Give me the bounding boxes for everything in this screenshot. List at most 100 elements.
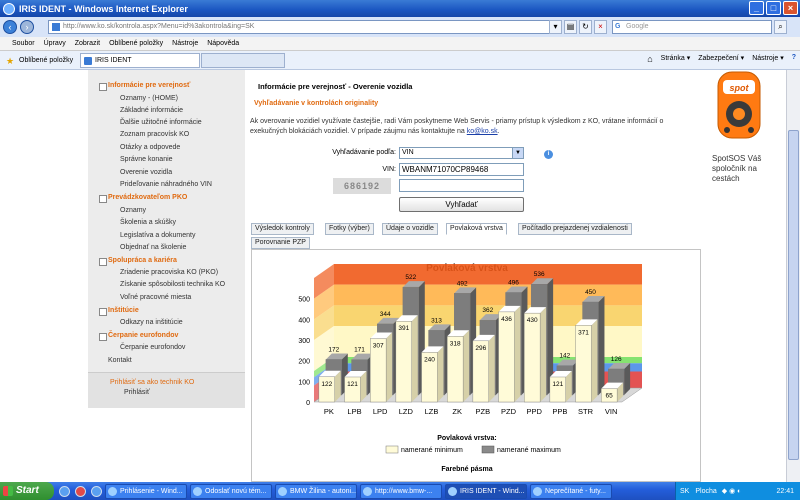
menu-favorites[interactable]: Oblíbené položky bbox=[109, 40, 163, 47]
url-dropdown-icon[interactable]: ▾ bbox=[549, 20, 562, 34]
menu-item[interactable]: Odkazy na inštitúcie bbox=[120, 319, 183, 326]
login-link[interactable]: Prihlásiť sa ako technik KO bbox=[110, 379, 194, 386]
page-content: Informácie pre verejnosť Oznamy - (HOME)… bbox=[0, 70, 786, 482]
taskbar-item[interactable]: Prihlásenie - Wind... bbox=[105, 483, 187, 499]
help-icon[interactable]: ? bbox=[792, 54, 796, 64]
menu-item[interactable]: Ďalšie užitočné informácie bbox=[120, 119, 202, 126]
menu-item[interactable]: Voľné pracovné miesta bbox=[120, 294, 191, 301]
search-input[interactable]: Google bbox=[612, 20, 772, 34]
page-menu[interactable]: Stránka ▾ bbox=[661, 54, 691, 64]
bar-max-side bbox=[598, 296, 605, 395]
url-input[interactable]: http://www.ko.sk/kontrola.aspx?Menu=id%3… bbox=[48, 20, 558, 34]
bar-min bbox=[524, 312, 541, 403]
menu-item[interactable]: Správne konanie bbox=[120, 156, 173, 163]
data-label-max: 492 bbox=[457, 280, 468, 287]
menu-item[interactable]: Oznamy bbox=[120, 207, 146, 214]
search-button[interactable]: Vyhľadať bbox=[399, 197, 524, 212]
menu-section-operators[interactable]: Prevádzkovateľom PKO bbox=[98, 194, 187, 203]
menu-item[interactable]: Zoznam pracovísk KO bbox=[120, 131, 189, 138]
menu-item[interactable]: Získanie spôsobilosti technika KO bbox=[120, 281, 225, 288]
forward-icon[interactable]: › bbox=[20, 20, 34, 34]
home-icon[interactable]: ⌂ bbox=[647, 54, 652, 64]
menu-section-institutions[interactable]: Inštitúcie bbox=[99, 307, 139, 316]
close-button[interactable]: × bbox=[783, 1, 798, 15]
taskbar-item[interactable]: BMW Žilina - autoni... bbox=[275, 483, 357, 499]
menu-item[interactable]: Čerpanie eurofondov bbox=[120, 344, 185, 351]
quicklaunch-icon[interactable] bbox=[75, 485, 86, 497]
new-tab-button[interactable] bbox=[201, 53, 285, 68]
minimize-button[interactable]: _ bbox=[749, 1, 764, 15]
x-tick-label: PPB bbox=[552, 407, 567, 416]
bar-min-side bbox=[540, 307, 547, 402]
menu-section-public[interactable]: Informácie pre verejnosť bbox=[98, 82, 190, 91]
quicklaunch-icon[interactable] bbox=[59, 485, 70, 497]
taskbar-item[interactable]: Neprečítané - futy... bbox=[530, 483, 612, 499]
tray-icons: ◆ ◉ ◐ bbox=[721, 488, 742, 495]
tab-pzp[interactable]: Porovnanie PZP bbox=[251, 237, 310, 249]
address-bar: ‹ › http://www.ko.sk/kontrola.aspx?Menu=… bbox=[0, 17, 800, 37]
data-label-min: 430 bbox=[527, 317, 538, 324]
data-label-max: 172 bbox=[328, 346, 339, 353]
tab-odometer[interactable]: Počítadlo prejazdenej vzdialenosti bbox=[518, 223, 632, 235]
search-icon[interactable]: ⌕ bbox=[774, 20, 787, 34]
favorites-button[interactable]: Oblíbené položky bbox=[4, 56, 73, 67]
search-by-select[interactable]: VIN ▼ bbox=[399, 147, 524, 159]
menu-item[interactable]: Otázky a odpovede bbox=[120, 144, 180, 151]
menu-item[interactable]: Školenia a skúšky bbox=[120, 219, 176, 226]
data-label-max: 522 bbox=[405, 274, 416, 281]
taskbar-item[interactable]: IRIS IDENT - Wind... bbox=[445, 483, 527, 499]
stop-icon[interactable]: × bbox=[594, 20, 607, 34]
menu-item[interactable]: Zriadenie pracoviska KO (PKO) bbox=[120, 269, 218, 276]
start-button[interactable]: Start bbox=[0, 482, 54, 500]
scrollbar-thumb[interactable] bbox=[788, 130, 799, 460]
menu-item[interactable]: Oznamy - (HOME) bbox=[120, 95, 178, 102]
menu-item[interactable]: Legislatíva a dokumenty bbox=[120, 232, 196, 239]
email-link[interactable]: ko@ko.sk bbox=[467, 128, 498, 135]
chevron-down-icon[interactable]: ▼ bbox=[512, 148, 523, 158]
menu-item[interactable]: Prideľovanie náhradného VIN bbox=[120, 181, 212, 188]
tab-vehicle-data[interactable]: Údaje o vozidle bbox=[382, 223, 438, 235]
quicklaunch-icon[interactable] bbox=[91, 485, 102, 497]
desktop-label[interactable]: Plocha bbox=[695, 488, 716, 495]
taskbar-item[interactable]: Odoslať novú tém... bbox=[190, 483, 272, 499]
menu-help[interactable]: Nápověda bbox=[207, 40, 239, 47]
ie-icon bbox=[3, 2, 15, 15]
menu-item[interactable]: Objednať na školenie bbox=[120, 244, 186, 251]
language-indicator[interactable]: SK bbox=[680, 488, 689, 495]
menu-view[interactable]: Zobrazit bbox=[75, 40, 100, 47]
tab-coating[interactable]: Povlaková vrstva bbox=[446, 223, 507, 235]
captcha-input[interactable] bbox=[399, 179, 524, 192]
menu-section-eurofunds[interactable]: Čerpanie eurofondov bbox=[98, 332, 178, 341]
data-label-min: 122 bbox=[321, 381, 332, 388]
advert-text[interactable]: SpotSOS Váš spoločník na cestách bbox=[712, 154, 786, 184]
bar-min-side bbox=[463, 330, 470, 402]
refresh-icon[interactable]: ↻ bbox=[579, 20, 592, 34]
y-tick-label: 400 bbox=[298, 317, 310, 324]
menu-item[interactable]: Overenie vozidla bbox=[120, 169, 172, 176]
bar-min-side bbox=[437, 346, 444, 402]
tab-result[interactable]: Výsledok kontroly bbox=[251, 223, 314, 235]
menu-file[interactable]: Soubor bbox=[12, 40, 35, 47]
data-label-min: 371 bbox=[578, 329, 589, 336]
taskbar: Start Prihlásenie - Wind... Odoslať novú… bbox=[0, 482, 800, 500]
login-sublink[interactable]: Prihlásiť bbox=[124, 389, 150, 396]
maximize-button[interactable]: □ bbox=[766, 1, 781, 15]
favorites-bar: Oblíbené položky IRIS IDENT ⌂ Stránka ▾ … bbox=[0, 51, 800, 70]
back-icon[interactable]: ‹ bbox=[3, 20, 17, 34]
menu-tools[interactable]: Nástroje bbox=[172, 40, 198, 47]
menu-item[interactable]: Základné informácie bbox=[120, 107, 183, 114]
data-label-max: 496 bbox=[508, 279, 519, 286]
compat-icon[interactable]: ▤ bbox=[564, 20, 577, 34]
info-icon[interactable]: i bbox=[544, 150, 553, 159]
menu-edit[interactable]: Úpravy bbox=[44, 40, 66, 47]
taskbar-item[interactable]: http://www.bmw-... bbox=[360, 483, 442, 499]
menu-section-career[interactable]: Spolupráca a kariéra bbox=[99, 257, 177, 266]
tools-menu[interactable]: Nástroje ▾ bbox=[752, 54, 784, 64]
security-menu[interactable]: Zabezpečení ▾ bbox=[698, 54, 744, 64]
vertical-scrollbar[interactable] bbox=[786, 70, 800, 482]
vin-input[interactable]: WBANM71070CP89468 bbox=[399, 163, 524, 176]
menu-item-contact[interactable]: Kontakt bbox=[108, 357, 132, 364]
description: Ak overovanie vozidiel využívate častejš… bbox=[250, 117, 670, 136]
browser-tab[interactable]: IRIS IDENT bbox=[80, 53, 200, 68]
tab-photos[interactable]: Fotky (výber) bbox=[325, 223, 374, 235]
